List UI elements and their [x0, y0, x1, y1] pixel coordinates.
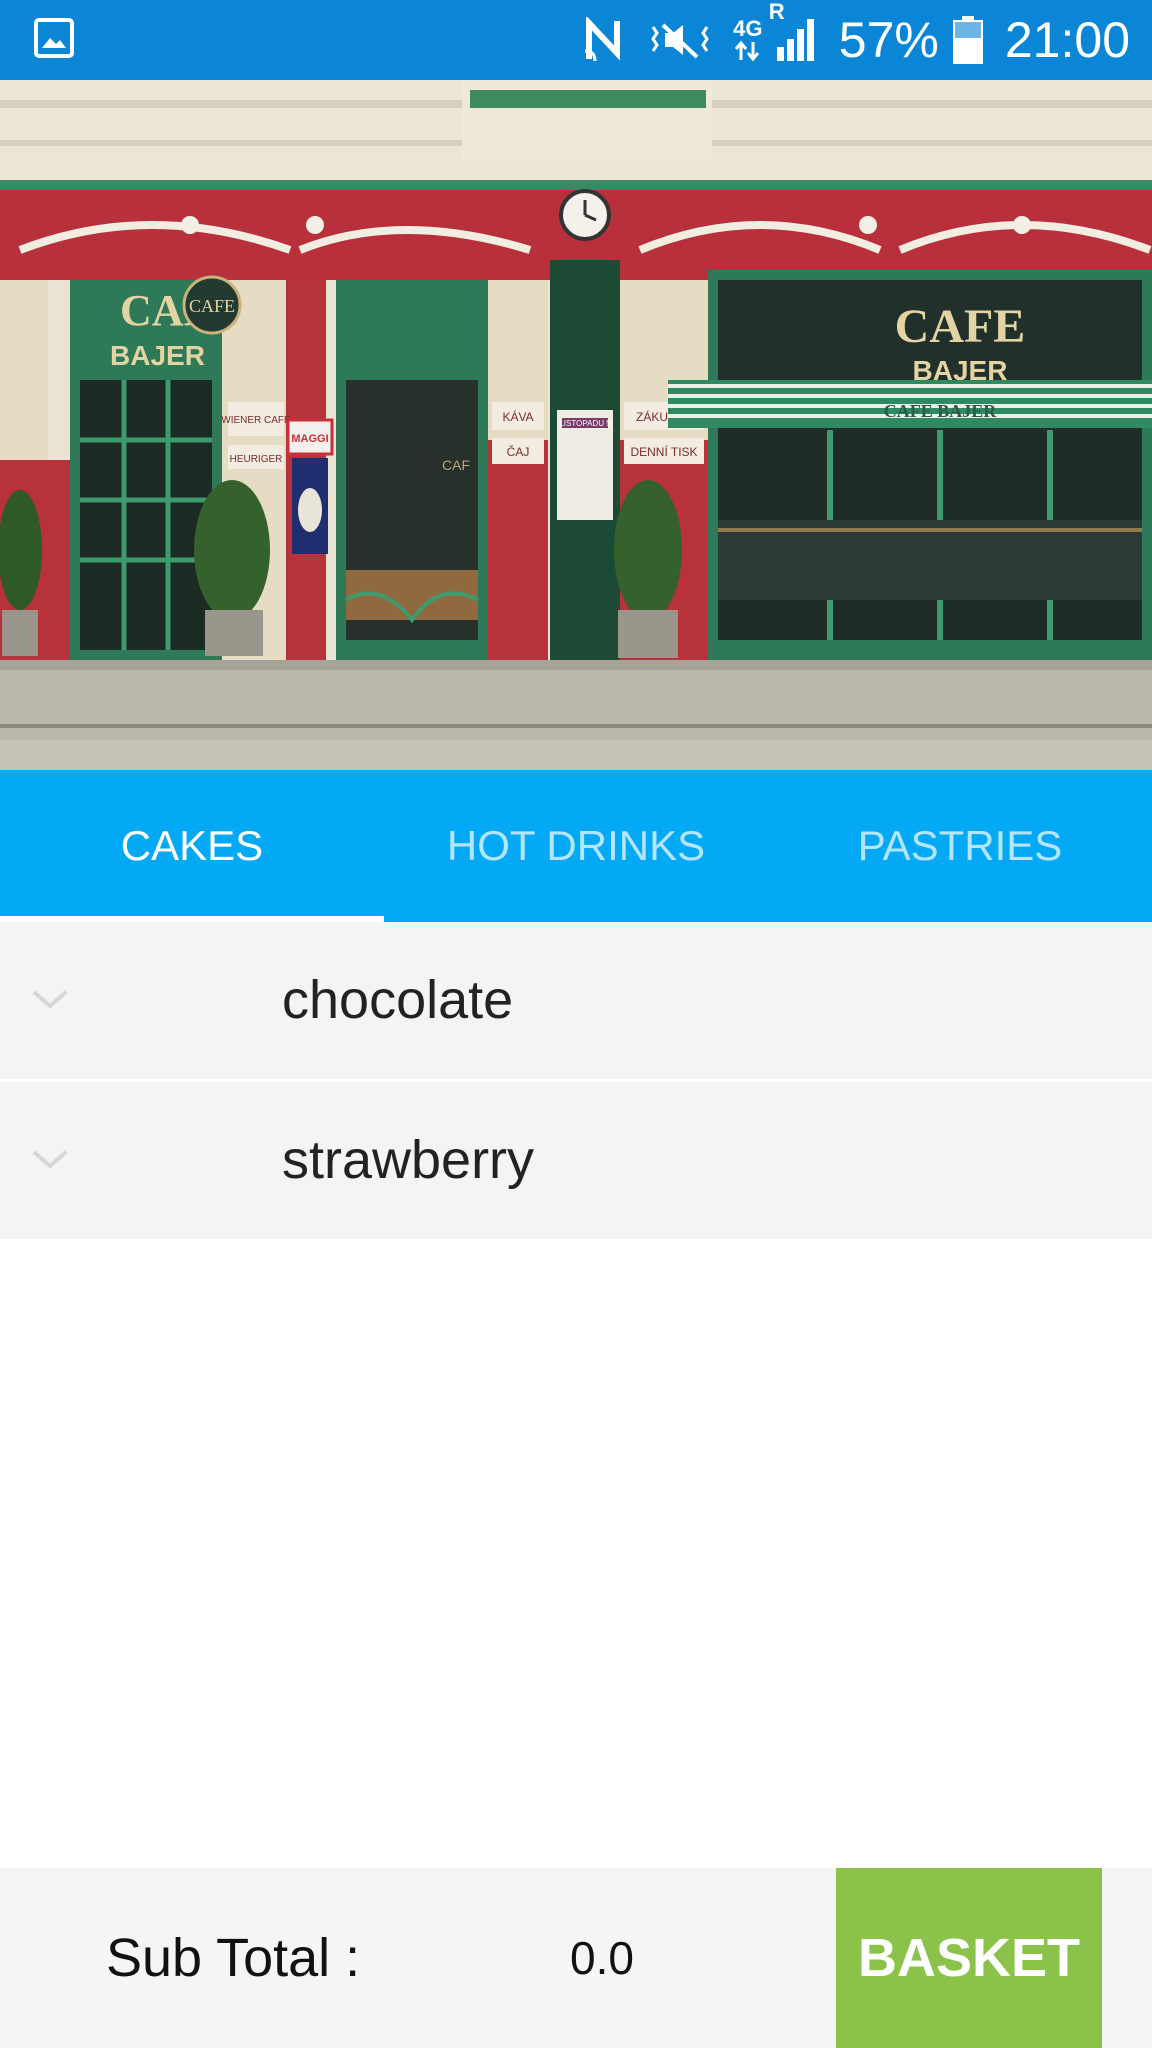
- clock-time: 21:00: [1004, 12, 1130, 68]
- list-item-label: chocolate: [282, 970, 514, 1030]
- list-item-strawberry[interactable]: strawberry: [0, 1082, 1152, 1242]
- subtotal-label: Sub Total :: [106, 1928, 361, 1988]
- tab-label: PASTRIES: [857, 822, 1063, 869]
- network-type-label: 4G: [733, 16, 763, 41]
- basket-button-label: BASKET: [857, 1928, 1080, 1988]
- tab-label: CAKES: [120, 822, 264, 869]
- battery-percent: 57%: [838, 12, 939, 68]
- cake-list: chocolate strawberry: [0, 922, 1152, 1242]
- list-item-chocolate[interactable]: chocolate: [0, 922, 1152, 1082]
- list-item-label: strawberry: [282, 1130, 535, 1190]
- footer-bar: Sub Total : 0.0 BASKET: [0, 1868, 1152, 2048]
- panel-wiener-cafe: WIENER CAFE: [221, 415, 291, 426]
- cafe-storefront-image: LISTOPADU 5 CAFE BAJER CAFE WIENER CAFE …: [0, 80, 1152, 770]
- door-text: CAF: [442, 457, 470, 473]
- maggi-sign: MAGGI: [291, 433, 328, 445]
- chevron-down-icon[interactable]: [30, 984, 70, 1014]
- tab-cakes[interactable]: CAKES: [0, 770, 384, 922]
- panel-kava: KÁVA: [502, 409, 533, 424]
- nfc-icon: [583, 17, 627, 63]
- status-bar: 4G R 57% 21:00: [0, 0, 1152, 80]
- network-4g-icon: 4G: [733, 18, 763, 62]
- category-tabs: CAKES HOT DRINKS PASTRIES: [0, 770, 1152, 922]
- tab-pastries[interactable]: PASTRIES: [768, 770, 1152, 922]
- vibrate-icon: [649, 17, 711, 63]
- sign-right-cafe: CAFE: [895, 300, 1026, 353]
- round-sign-cafe: CAFE: [189, 296, 235, 316]
- signal-icon: R: [769, 0, 817, 63]
- sign-left-bajer: BAJER: [110, 340, 205, 371]
- panel-denni-tisk: DENNÍ TISK: [630, 444, 697, 459]
- panel-heuriger: HEURIGER: [230, 454, 283, 465]
- roaming-label: R: [768, 0, 785, 24]
- street-sign-text: LISTOPADU 5: [559, 419, 611, 428]
- chevron-down-icon[interactable]: [30, 1144, 70, 1174]
- panel-caj: ČAJ: [507, 444, 530, 459]
- basket-button[interactable]: BASKET: [836, 1868, 1102, 2048]
- tab-hot-drinks[interactable]: HOT DRINKS: [384, 770, 768, 922]
- subtotal-value: 0.0: [570, 1932, 634, 1984]
- awning-text: CAFE BAJER: [884, 401, 998, 421]
- tab-label: HOT DRINKS: [446, 822, 706, 869]
- gallery-icon: [34, 18, 74, 58]
- battery-icon: [952, 16, 983, 64]
